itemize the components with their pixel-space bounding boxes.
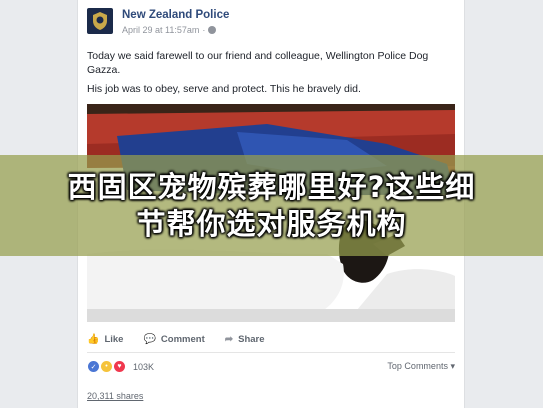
top-comments-label: Top Comments [387, 361, 448, 371]
caret-down-icon: ▾ [450, 361, 455, 371]
police-badge-icon[interactable] [87, 8, 113, 34]
post-timestamp[interactable]: April 29 at 11:57am [122, 25, 199, 35]
share-label: Share [238, 333, 265, 345]
post-actions: 👍 Like 💬 Comment ➦ Share [87, 331, 455, 347]
shares-count-link[interactable]: 20,311 shares [87, 391, 143, 401]
speech-bubble-icon: 💬 [143, 333, 156, 345]
overlay-title-line-1: 西固区宠物殡葬哪里好?这些细 [67, 169, 476, 204]
overlay-title-line-2: 节帮你选对服务机构 [136, 206, 407, 241]
love-reaction-icon: ♥ [113, 360, 126, 373]
share-arrow-icon: ➦ [224, 333, 234, 345]
thumbs-up-icon: 👍 [87, 333, 100, 345]
privacy-globe-icon [208, 26, 217, 34]
like-reaction-icon: ✓ [87, 360, 100, 373]
reaction-count[interactable]: 103K [133, 362, 154, 372]
post-text-line-2: His job was to obey, serve and protect. … [87, 83, 361, 95]
globe-icon: · [202, 25, 206, 35]
divider [87, 352, 455, 353]
comment-label: Comment [160, 333, 205, 345]
post-text-line-1: Today we said farewell to our friend and… [87, 50, 429, 76]
sad-reaction-icon: • [100, 360, 113, 373]
post-meta: April 29 at 11:57am · [122, 25, 217, 35]
share-button[interactable]: ➦ Share [225, 331, 265, 347]
page-name-link[interactable]: New Zealand Police [122, 9, 229, 21]
like-label: Like [104, 333, 124, 345]
comment-button[interactable]: 💬 Comment [143, 331, 204, 347]
overlay-banner: 西固区宠物殡葬哪里好?这些细 节帮你选对服务机构 [0, 155, 543, 256]
top-comments-dropdown[interactable]: Top Comments ▾ [387, 361, 455, 372]
reactions-summary[interactable]: ✓ • ♥ 103K [87, 360, 154, 373]
like-button[interactable]: 👍 Like [87, 331, 123, 347]
